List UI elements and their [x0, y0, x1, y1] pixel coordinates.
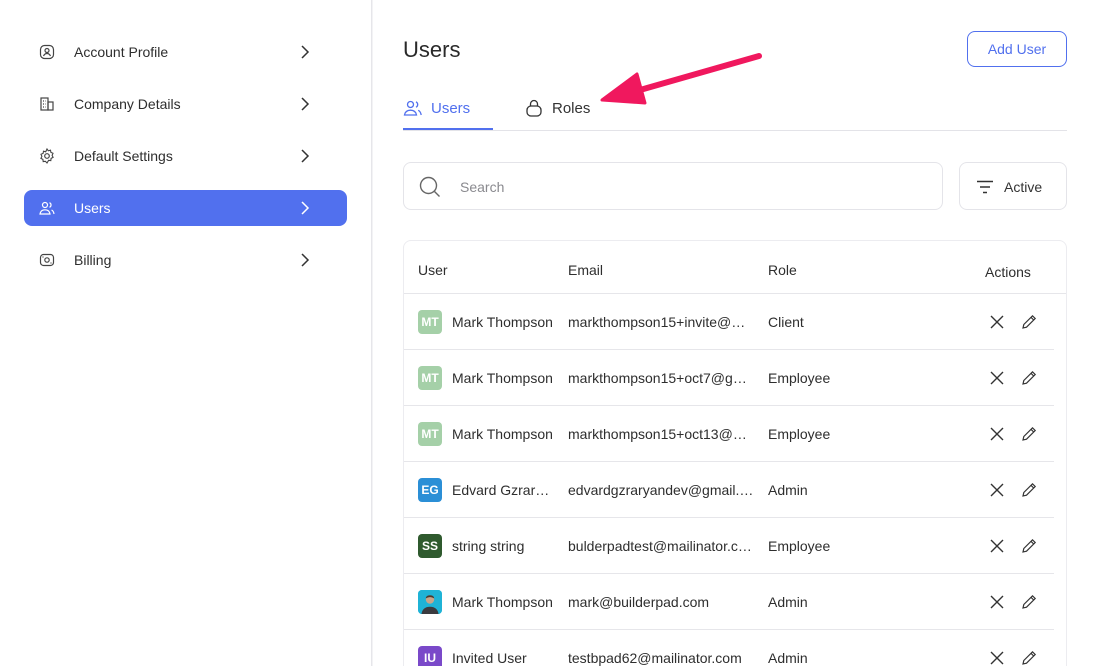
user-name: string string [452, 538, 525, 554]
tab-users[interactable]: Users [403, 96, 493, 132]
table-row: MT Mark Thompson markthompson15+oct13@gm… [404, 406, 1054, 462]
page-title: Users [403, 37, 461, 62]
column-header-email: Email [568, 262, 604, 278]
user-email: edvardgzraryandev@gmail.com [568, 482, 754, 498]
user-name: Edvard Gzraryandev [452, 482, 556, 498]
avatar: MT [418, 310, 442, 334]
avatar: SS [418, 534, 442, 558]
lock-icon [526, 99, 542, 117]
edit-pencil-icon[interactable] [1020, 537, 1038, 555]
user-name: Invited User [452, 650, 527, 666]
tabs-divider [403, 130, 1067, 131]
user-role: Client [768, 314, 804, 330]
user-name: Mark Thompson [452, 314, 553, 330]
add-user-button[interactable]: Add User [967, 31, 1067, 67]
table-row: SS string string bulderpadtest@mailinato… [404, 518, 1054, 574]
users-panel: Users Add User Users Roles Active User [373, 0, 1098, 666]
user-email: testbpad62@mailinator.com [568, 650, 742, 666]
building-icon [40, 97, 54, 111]
user-photo-avatar [418, 590, 442, 614]
sidebar-item-label: Users [74, 200, 111, 216]
filter-icon [977, 180, 993, 194]
close-icon[interactable] [988, 593, 1006, 611]
users-icon [39, 201, 55, 215]
table-row: IU Invited User testbpad62@mailinator.co… [404, 630, 1054, 666]
user-role: Employee [768, 370, 831, 386]
user-email: markthompson15+oct7@gmail.com [568, 370, 754, 386]
sidebar-item-label: Default Settings [74, 148, 173, 164]
close-icon[interactable] [988, 313, 1006, 331]
avatar: EG [418, 478, 442, 502]
user-email: bulderpadtest@mailinator.com [568, 538, 754, 554]
sidebar-item-billing[interactable]: Billing [24, 242, 347, 278]
user-name: Mark Thompson [452, 370, 553, 386]
status-filter-button[interactable]: Active [959, 162, 1067, 210]
table-row: MT Mark Thompson markthompson15+oct7@gma… [404, 350, 1054, 406]
edit-pencil-icon[interactable] [1020, 313, 1038, 331]
user-email: mark@builderpad.com [568, 594, 710, 610]
settings-sidebar: Account Profile Company Details Default … [0, 0, 372, 666]
close-icon[interactable] [988, 649, 1006, 666]
edit-pencil-icon[interactable] [1020, 593, 1038, 611]
search-field [403, 162, 943, 210]
user-name: Mark Thompson [452, 426, 553, 442]
users-table: User Email Role Actions MT Mark Thompson… [403, 240, 1067, 666]
chevron-right-icon [301, 201, 310, 215]
user-role: Admin [768, 482, 808, 498]
avatar: MT [418, 366, 442, 390]
avatar: IU [418, 646, 442, 666]
close-icon[interactable] [988, 425, 1006, 443]
edit-pencil-icon[interactable] [1020, 369, 1038, 387]
edit-pencil-icon[interactable] [1020, 649, 1038, 666]
column-header-role: Role [768, 262, 797, 278]
sidebar-item-users[interactable]: Users [24, 190, 347, 226]
column-header-user: User [418, 262, 448, 278]
edit-pencil-icon[interactable] [1020, 481, 1038, 499]
sidebar-item-account-profile[interactable]: Account Profile [24, 34, 347, 70]
user-role: Admin [768, 650, 808, 666]
sidebar-item-label: Company Details [74, 96, 181, 112]
avatar: MT [418, 422, 442, 446]
account-profile-icon [39, 44, 55, 60]
table-row: MT Mark Thompson markthompson15+invite@m… [404, 294, 1054, 350]
column-header-actions: Actions [985, 264, 1031, 280]
user-email: markthompson15+invite@mailinator.com [568, 314, 754, 330]
tab-label: Roles [552, 100, 591, 117]
tab-roles[interactable]: Roles [524, 96, 604, 132]
chevron-right-icon [301, 253, 310, 267]
search-input[interactable] [460, 175, 920, 199]
users-icon [403, 100, 422, 116]
sidebar-item-label: Billing [74, 252, 112, 268]
search-icon [419, 176, 440, 197]
edit-pencil-icon[interactable] [1020, 425, 1038, 443]
user-role: Employee [768, 426, 831, 442]
user-role: Admin [768, 594, 808, 610]
sidebar-item-label: Account Profile [74, 44, 169, 60]
sidebar-item-default-settings[interactable]: Default Settings [24, 138, 347, 174]
close-icon[interactable] [988, 537, 1006, 555]
avatar [418, 590, 442, 614]
sidebar-item-company-details[interactable]: Company Details [24, 86, 347, 122]
user-name: Mark Thompson [452, 594, 553, 610]
gear-icon [40, 147, 54, 164]
table-row: Mark Thompson mark@builderpad.com Admin [404, 574, 1054, 630]
chevron-right-icon [301, 45, 310, 59]
chevron-right-icon [301, 149, 310, 163]
table-row: EG Edvard Gzraryandev edvardgzraryandev@… [404, 462, 1054, 518]
billing-icon [39, 253, 55, 267]
close-icon[interactable] [988, 481, 1006, 499]
user-role: Employee [768, 538, 831, 554]
tab-label: Users [431, 100, 471, 117]
chevron-right-icon [301, 97, 310, 111]
filter-label: Active [1004, 179, 1043, 195]
user-email: markthompson15+oct13@gmail.com [568, 426, 754, 442]
close-icon[interactable] [988, 369, 1006, 387]
